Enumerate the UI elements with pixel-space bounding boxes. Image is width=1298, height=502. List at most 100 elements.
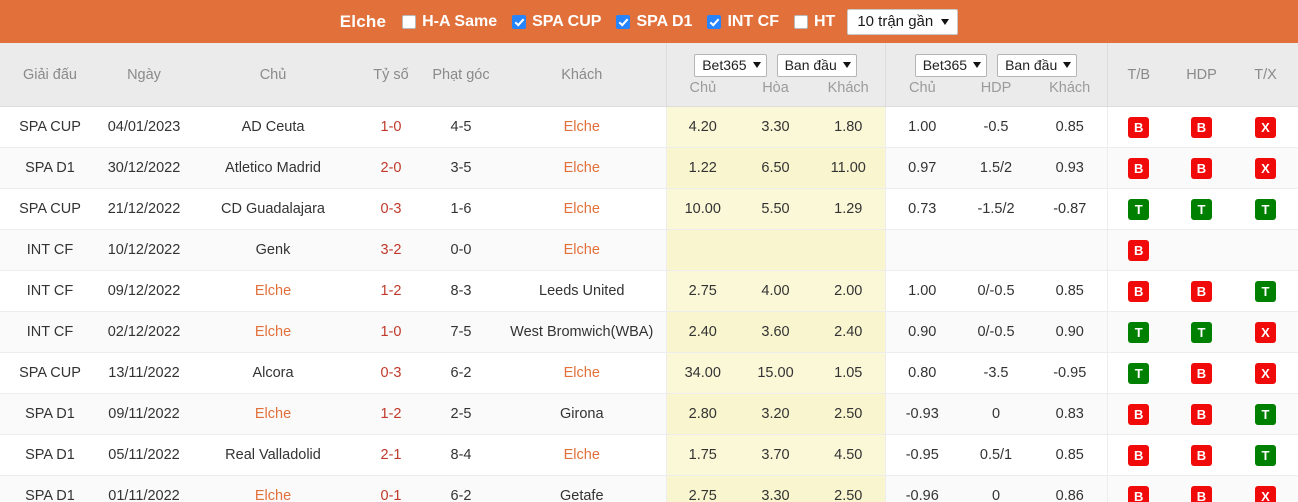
cell-odds-away — [812, 229, 885, 271]
phase-select-1x2[interactable]: Ban đầu — [776, 53, 857, 77]
checkbox-int-cf[interactable] — [707, 14, 722, 29]
filter-int-cf[interactable]: INT CF — [707, 13, 779, 31]
team-title: Elche — [339, 11, 387, 31]
cell-odds-away: 1.80 — [812, 106, 885, 148]
cell-odds-draw — [739, 229, 812, 271]
col-header-away[interactable]: Khách — [498, 43, 666, 107]
table-row[interactable]: INT CF 10/12/2022 Genk 3-2 0-0 Elche B — [0, 229, 1298, 271]
cell-result-tb: T — [1106, 311, 1170, 353]
filter-spa-d1[interactable]: SPA D1 — [616, 13, 692, 31]
cell-hdp-home — [884, 229, 959, 271]
cell-result-hdp: T — [1170, 311, 1233, 353]
table-row[interactable]: SPA D1 30/12/2022 Atletico Madrid 2-0 3-5 Elc… — [0, 147, 1298, 189]
cell-score: 1-2 — [358, 270, 424, 312]
filter-label-ht: HT — [814, 12, 836, 30]
cell-score: 1-0 — [358, 106, 424, 148]
cell-result-tb-badge: B — [1128, 444, 1150, 466]
table-row[interactable]: INT CF 02/12/2022 Elche 1-0 7-5 West Bromwich… — [0, 311, 1298, 353]
table-row[interactable]: SPA D1 01/11/2022 Elche 0-1 6-2 Getafe 2.75 3.3… — [0, 475, 1298, 502]
cell-result-tb: B — [1106, 229, 1170, 271]
table-header: Giải đấu Ngày Chủ Tỷ số Phạt góc Khách B… — [0, 43, 1298, 107]
checkbox-spa-cup[interactable] — [512, 14, 527, 29]
cell-away-team: Leeds United — [498, 270, 666, 312]
cell-hdp-away: 0.86 — [1033, 475, 1107, 502]
cell-result-hdp-badge: B — [1191, 362, 1212, 384]
cell-hdp-line: -0.5 — [959, 106, 1033, 148]
cell-corners: 7-5 — [424, 311, 498, 353]
checkbox-spa-d1[interactable] — [616, 14, 631, 29]
col-header-tb[interactable]: T/B — [1106, 43, 1170, 107]
cell-hdp-away: 0.85 — [1033, 270, 1107, 312]
phase-select-hdp[interactable]: Ban đầu — [997, 53, 1078, 77]
cell-result-hdp: T — [1170, 188, 1233, 230]
col-header-score[interactable]: Tỷ số — [358, 43, 424, 107]
cell-home-team: AD Ceuta — [188, 106, 358, 148]
cell-odds-draw: 3.20 — [739, 393, 812, 435]
subcol-1x2-draw: Hòa — [762, 79, 789, 96]
cell-score: 0-1 — [358, 475, 424, 502]
filter-spa-cup[interactable]: SPA CUP — [512, 13, 601, 31]
cell-result-tb-badge: B — [1128, 485, 1150, 502]
cell-result-tb-badge: B — [1128, 239, 1150, 261]
cell-hdp-line: -3.5 — [959, 352, 1033, 394]
table-row[interactable]: SPA CUP 21/12/2022 CD Guadalajara 0-3 1-6 Elc… — [0, 188, 1298, 230]
checkbox-ht[interactable] — [794, 14, 808, 29]
cell-hdp-home: -0.95 — [884, 434, 959, 476]
cell-result-tb: B — [1106, 475, 1170, 502]
match-history-table-wrapper: Giải đấu Ngày Chủ Tỷ số Phạt góc Khách B… — [0, 43, 1298, 502]
cell-league: SPA D1 — [0, 475, 100, 502]
cell-odds-draw: 3.70 — [739, 434, 812, 476]
chevron-down-icon — [941, 18, 950, 25]
cell-result-hdp: B — [1170, 270, 1233, 312]
cell-hdp-home: 0.73 — [884, 188, 959, 230]
subcol-1x2-away: Khách — [827, 79, 869, 96]
cell-result-hdp: B — [1170, 475, 1233, 502]
cell-hdp-line: 0 — [959, 393, 1033, 435]
cell-result-tx-badge: X — [1255, 362, 1276, 384]
table-row[interactable]: INT CF 09/12/2022 Elche 1-2 8-3 Leeds United 2… — [0, 270, 1298, 312]
cell-hdp-away: 0.83 — [1033, 393, 1107, 435]
cell-away-team: Elche — [498, 229, 666, 271]
cell-hdp-home: 0.90 — [884, 311, 959, 353]
cell-result-hdp: B — [1170, 393, 1233, 435]
cell-odds-draw: 3.30 — [739, 475, 812, 502]
cell-result-tx: X — [1233, 106, 1298, 148]
cell-result-tx-badge: X — [1255, 485, 1276, 502]
table-row[interactable]: SPA CUP 13/11/2022 Alcora 0-3 6-2 Elche 34.00 1… — [0, 352, 1298, 394]
cell-odds-away: 2.00 — [812, 270, 885, 312]
chevron-down-icon — [1063, 62, 1072, 68]
checkbox-h-a-same[interactable] — [402, 14, 417, 29]
table-row[interactable]: SPA CUP 04/01/2023 AD Ceuta 1-0 4-5 Elche 4.20… — [0, 106, 1298, 148]
cell-away-team: Girona — [498, 393, 666, 435]
cell-home-team: Elche — [188, 311, 358, 353]
col-header-home[interactable]: Chủ — [188, 43, 358, 107]
match-range-select[interactable]: 10 trận gần — [847, 8, 959, 35]
filter-toolbar: Elche H-A Same SPA CUP SPA D1 INT CF HT … — [0, 0, 1298, 43]
cell-hdp-home: -0.96 — [884, 475, 959, 502]
filter-ht[interactable]: HT — [794, 13, 835, 31]
cell-league: SPA D1 — [0, 147, 100, 189]
cell-result-tb-badge: T — [1128, 198, 1150, 220]
cell-result-tx: T — [1233, 434, 1298, 476]
col-header-corners[interactable]: Phạt góc — [424, 43, 498, 107]
table-row[interactable]: SPA D1 09/11/2022 Elche 1-2 2-5 Girona 2.80 3.2… — [0, 393, 1298, 435]
col-header-tx[interactable]: T/X — [1233, 43, 1298, 107]
cell-hdp-line: 0/-0.5 — [959, 311, 1033, 353]
cell-odds-away: 2.50 — [812, 475, 885, 502]
bookmaker-select-1x2[interactable]: Bet365 — [694, 53, 767, 77]
cell-home-team: CD Guadalajara — [188, 188, 358, 230]
cell-odds-home: 2.40 — [665, 311, 739, 353]
cell-home-team: Alcora — [188, 352, 358, 394]
cell-score: 0-3 — [358, 352, 424, 394]
cell-result-hdp-badge: T — [1191, 321, 1212, 343]
col-header-hdp-result[interactable]: HDP — [1170, 43, 1233, 107]
col-header-league[interactable]: Giải đấu — [0, 43, 100, 107]
bookmaker-select-hdp[interactable]: Bet365 — [914, 53, 988, 77]
table-row[interactable]: SPA D1 05/11/2022 Real Valladolid 2-1 8-4 Elc… — [0, 434, 1298, 476]
cell-result-tb: B — [1106, 147, 1170, 189]
cell-odds-home: 10.00 — [665, 188, 739, 230]
col-header-date[interactable]: Ngày — [100, 43, 188, 107]
cell-date: 02/12/2022 — [100, 311, 188, 353]
cell-result-hdp: B — [1170, 106, 1233, 148]
filter-h-a-same[interactable]: H-A Same — [402, 13, 497, 31]
